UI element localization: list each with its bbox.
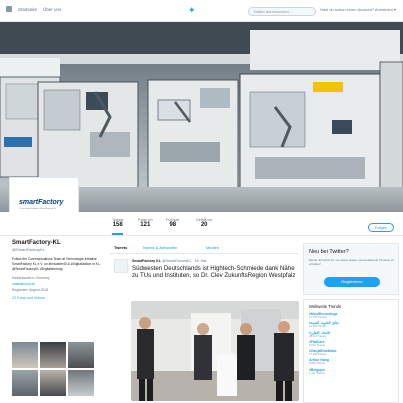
trends-box: Weltweite Trends #MindRecordings 21.700 … <box>303 299 399 403</box>
trend-item[interactable]: #GanjaBlueMobs 17.300 Tweets <box>309 349 393 356</box>
media-thumbnail[interactable] <box>40 370 66 396</box>
tweet-text: Südwesten Deutschlands ist Hightech-Schm… <box>132 265 296 280</box>
login-prompt[interactable]: Hast du schon einen Account? Anmelden ▾ <box>320 7 396 12</box>
media-thumbnail[interactable] <box>40 342 66 368</box>
tab-media[interactable]: Medien <box>206 245 219 250</box>
media-thumbnail[interactable] <box>68 370 94 396</box>
trend-item[interactable]: #FlatCare 9.541 Tweets <box>309 340 393 347</box>
trend-item[interactable]: #Belgique 4.411 Tweets <box>309 368 393 375</box>
trend-count: 12.800 Tweets <box>309 325 327 329</box>
tweet-meta: @SmartFactoryKL · 16. Mai <box>161 259 207 263</box>
trend-item[interactable]: #نتائج_الثانوية_العامة 12.800 Tweets <box>309 321 393 328</box>
signup-text: Melde dich jetzt an, um deine eigene per… <box>309 258 395 267</box>
trend-count: 17.300 Tweets <box>309 353 327 357</box>
trends-title: Weltweite Trends <box>309 304 342 309</box>
trend-count: 5.862 Tweets <box>309 362 325 366</box>
tweet-avatar[interactable] <box>114 259 128 273</box>
signup-title: Neu bei Twitter? <box>309 249 349 255</box>
tab-tweets[interactable]: Tweets <box>114 245 127 250</box>
avatar-subtitle: Technologie-Initiative SmartFactory KL <box>19 208 57 210</box>
nav-about-link[interactable]: Über uns <box>43 7 61 12</box>
stat-tweets[interactable]: Tweets 158 <box>112 218 124 235</box>
profile-bio: Follow the Communications Team at Techno… <box>12 257 101 271</box>
top-navigation: Startseite Über uns ✦ Twitter durchsuche… <box>0 0 403 22</box>
profile-card: SmartFactory-KL @SmartFactoryKL Follow t… <box>12 240 108 300</box>
trend-count: 9.541 Tweets <box>309 343 325 347</box>
stat-following-value: 121 <box>140 222 151 228</box>
profile-stats-bar: Tweets 158 Folge ich 121 Follower 98 Gef… <box>0 212 403 236</box>
stat-likes-value: 20 <box>200 222 208 228</box>
follow-button[interactable]: Folgen <box>368 223 394 232</box>
timeline-tabs: Tweets Tweets & Antworten Medien <box>110 242 298 254</box>
media-grid <box>12 342 98 396</box>
photos-videos-link[interactable]: 23 Fotos und Videos <box>12 296 108 300</box>
trend-item[interactable]: Arthur Hang 5.862 Tweets <box>309 358 393 365</box>
nav-home-link[interactable]: Startseite <box>18 7 37 12</box>
stat-likes[interactable]: Gefällt mir 20 <box>196 218 212 228</box>
signup-box: Neu bei Twitter? Melde dich jetzt an, um… <box>303 243 399 295</box>
media-thumbnail[interactable] <box>68 342 94 368</box>
tweet-item[interactable]: SmartFactory KL @SmartFactoryKL · 16. Ma… <box>110 256 299 403</box>
trend-item[interactable]: #الاتحاد_الاهلي 38.100 Tweets <box>309 331 393 338</box>
media-thumbnail[interactable] <box>12 342 38 368</box>
stat-followers[interactable]: Follower 98 <box>166 218 180 228</box>
profile-name[interactable]: SmartFactory-KL <box>12 240 108 246</box>
tweet-photo[interactable] <box>131 301 299 401</box>
nav-left: Startseite Über uns <box>6 6 61 12</box>
tweet-header: SmartFactory KL @SmartFactoryKL · 16. Ma… <box>132 259 206 263</box>
stat-followers-value: 98 <box>169 222 177 228</box>
home-icon <box>6 6 12 12</box>
profile-meta: Kaiserslautern, Germany smartfactory.de … <box>12 275 108 293</box>
tweet-author[interactable]: SmartFactory KL <box>132 259 161 263</box>
media-thumbnail[interactable] <box>12 370 38 396</box>
trend-item[interactable]: #MindRecordings 21.700 Tweets <box>309 312 393 319</box>
trend-count: 38.100 Tweets <box>309 334 327 338</box>
twitter-bird-icon[interactable]: ✦ <box>188 5 200 15</box>
smartfactory-logo: smartFactory <box>19 199 64 206</box>
trend-count: 21.700 Tweets <box>309 316 327 319</box>
panel-discussion-photo <box>131 301 299 401</box>
profile-handle[interactable]: @SmartFactoryKL <box>12 247 108 252</box>
stat-tweets-value: 158 <box>112 222 123 228</box>
search-input[interactable]: Twitter durchsuchen <box>248 7 316 16</box>
tab-tweets-replies[interactable]: Tweets & Antworten <box>142 245 177 250</box>
trend-count: 4.411 Tweets <box>309 371 325 375</box>
stat-following[interactable]: Folge ich 121 <box>138 218 153 228</box>
profile-joined: Registriert: August 2016 <box>12 288 49 292</box>
register-button[interactable]: Registrieren <box>324 277 380 287</box>
